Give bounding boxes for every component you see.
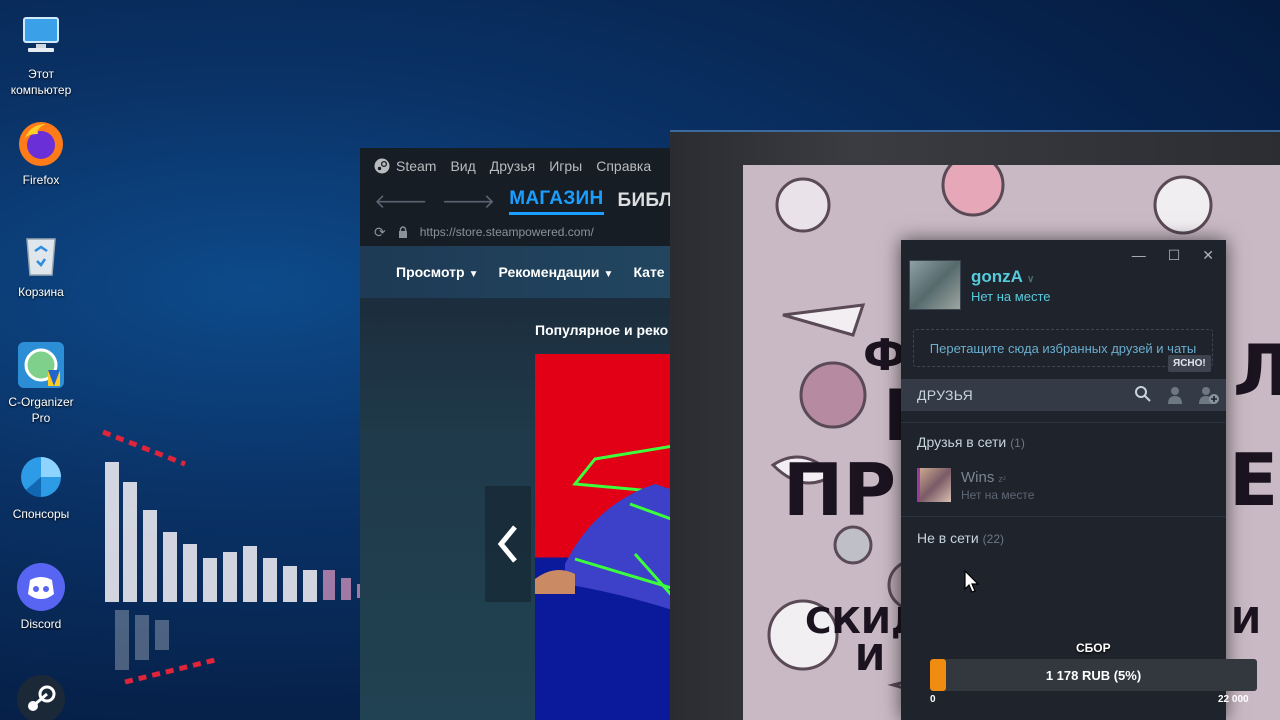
search-icon[interactable]: [1134, 385, 1152, 403]
desktop-icon-recycle-bin[interactable]: Корзина: [0, 230, 82, 300]
steam-menu-friends[interactable]: Друзья: [490, 158, 535, 174]
friend-item[interactable]: Wins zᶻ Нет на месте: [917, 468, 1034, 502]
friends-list-window: — ☐ ✕ gonzA ∨ Нет на месте Перетащите сю…: [901, 240, 1226, 720]
desktop-icon-label: C-Organizer Pro: [8, 395, 74, 425]
steam-menubar: Steam Вид Друзья Игры Справка: [360, 148, 680, 184]
steam-menu-help[interactable]: Справка: [596, 158, 651, 174]
computer-icon: [16, 12, 66, 62]
donation-progress-label: 1 178 RUB (5%): [1045, 668, 1142, 683]
desktop-icon-label: Discord: [20, 617, 62, 631]
c-organizer-icon: [16, 340, 66, 390]
forward-arrow-icon[interactable]: 🡒: [442, 189, 496, 214]
desktop-icon-label: Спонсоры: [12, 507, 70, 521]
svg-text:И: И: [1231, 601, 1261, 642]
featured-capsule[interactable]: [535, 354, 680, 720]
friends-section-label: ДРУЗЬЯ: [917, 387, 974, 403]
steam-menu-steam[interactable]: Steam: [374, 158, 436, 174]
friend-avatar: [917, 468, 951, 502]
chevron-down-icon[interactable]: ∨: [1027, 274, 1034, 285]
desktop-icon-steam[interactable]: [0, 674, 82, 720]
firefox-icon: [16, 118, 66, 168]
sleeping-icon: zᶻ: [998, 473, 1007, 484]
carousel-prev-button[interactable]: [485, 486, 531, 602]
steam-logo-icon: [374, 158, 390, 174]
avatar[interactable]: [909, 260, 961, 310]
desktop-icon-discord[interactable]: Discord: [0, 562, 82, 632]
refresh-icon[interactable]: ⟳: [374, 224, 386, 241]
minimize-icon[interactable]: —: [1132, 248, 1146, 262]
back-arrow-icon[interactable]: 🡐: [374, 189, 428, 214]
steam-menu-view[interactable]: Вид: [450, 158, 475, 174]
store-menu-browse[interactable]: Просмотр ▼: [396, 264, 478, 280]
store-menu-categories[interactable]: Кате: [633, 264, 664, 280]
chevron-left-icon: [497, 525, 517, 563]
collect-title: СБОР: [1076, 641, 1111, 655]
featured-heading: Популярное и реко: [535, 322, 669, 338]
desktop-icon-label: Корзина: [18, 285, 64, 299]
featured-game-art: [535, 443, 680, 613]
friends-titlebar: — ☐ ✕: [901, 240, 1226, 262]
desktop-icon-sponsors[interactable]: Спонсоры: [0, 452, 82, 522]
friends-header: ДРУЗЬЯ: [901, 379, 1226, 411]
username: gonzA ∨: [971, 266, 1035, 286]
mouse-cursor-icon: [964, 570, 980, 593]
desktop-icon-c-organizer[interactable]: C-Organizer Pro: [0, 340, 82, 426]
add-friend-icon[interactable]: [1198, 385, 1220, 405]
svg-text:Л: Л: [1233, 330, 1280, 412]
donation-progress-bar: 1 178 RUB (5%): [930, 659, 1257, 691]
desktop-icon-label: Firefox: [22, 173, 60, 187]
desktop-icon-computer[interactable]: Этот компьютер: [0, 12, 82, 98]
user-status: Нет на месте: [971, 288, 1051, 304]
friend-name: Wins zᶻ: [961, 468, 1007, 486]
desktop-icon-label: Этот компьютер: [10, 67, 72, 97]
divider: [901, 516, 1226, 517]
donation-max-label: 22 000: [1218, 694, 1249, 705]
steam-icon: [16, 674, 66, 720]
url-text[interactable]: https://store.steampowered.com/: [420, 225, 594, 239]
svg-text:Е: Е: [1229, 438, 1278, 522]
svg-text:ПР: ПР: [783, 448, 896, 532]
discord-icon: [16, 562, 66, 612]
got-it-button[interactable]: ЯСНО!: [1168, 355, 1211, 372]
tab-store[interactable]: МАГАЗИН: [509, 188, 604, 215]
close-icon[interactable]: ✕: [1202, 248, 1214, 262]
offline-friends-group[interactable]: Не в сети (22): [917, 530, 1004, 546]
store-menu-recommendations[interactable]: Рекомендации ▼: [498, 264, 613, 280]
desktop-icon-firefox[interactable]: Firefox: [0, 118, 82, 188]
friend-status: Нет на месте: [961, 487, 1035, 502]
donation-min-label: 0: [930, 694, 936, 705]
recycle-bin-icon: [16, 230, 66, 280]
online-friends-group[interactable]: Друзья в сети (1): [917, 434, 1025, 450]
current-user[interactable]: gonzA ∨ Нет на месте: [909, 260, 1050, 310]
svg-text:И: И: [855, 638, 885, 679]
store-menu: Просмотр ▼ Рекомендации ▼ Кате: [360, 246, 680, 298]
maximize-icon[interactable]: ☐: [1168, 248, 1181, 262]
lock-icon: [398, 226, 407, 238]
steam-url-bar: ⟳ https://store.steampowered.com/: [360, 218, 680, 246]
steam-navbar: 🡐 🡒 МАГАЗИН БИБЛИОТЕК: [360, 184, 680, 218]
steam-window: Steam Вид Друзья Игры Справка 🡐 🡒 МАГАЗИ…: [360, 148, 680, 720]
divider: [901, 422, 1226, 423]
friend-status-icon[interactable]: [1166, 385, 1184, 405]
steam-menu-games[interactable]: Игры: [549, 158, 582, 174]
sponsors-icon: [16, 452, 66, 502]
